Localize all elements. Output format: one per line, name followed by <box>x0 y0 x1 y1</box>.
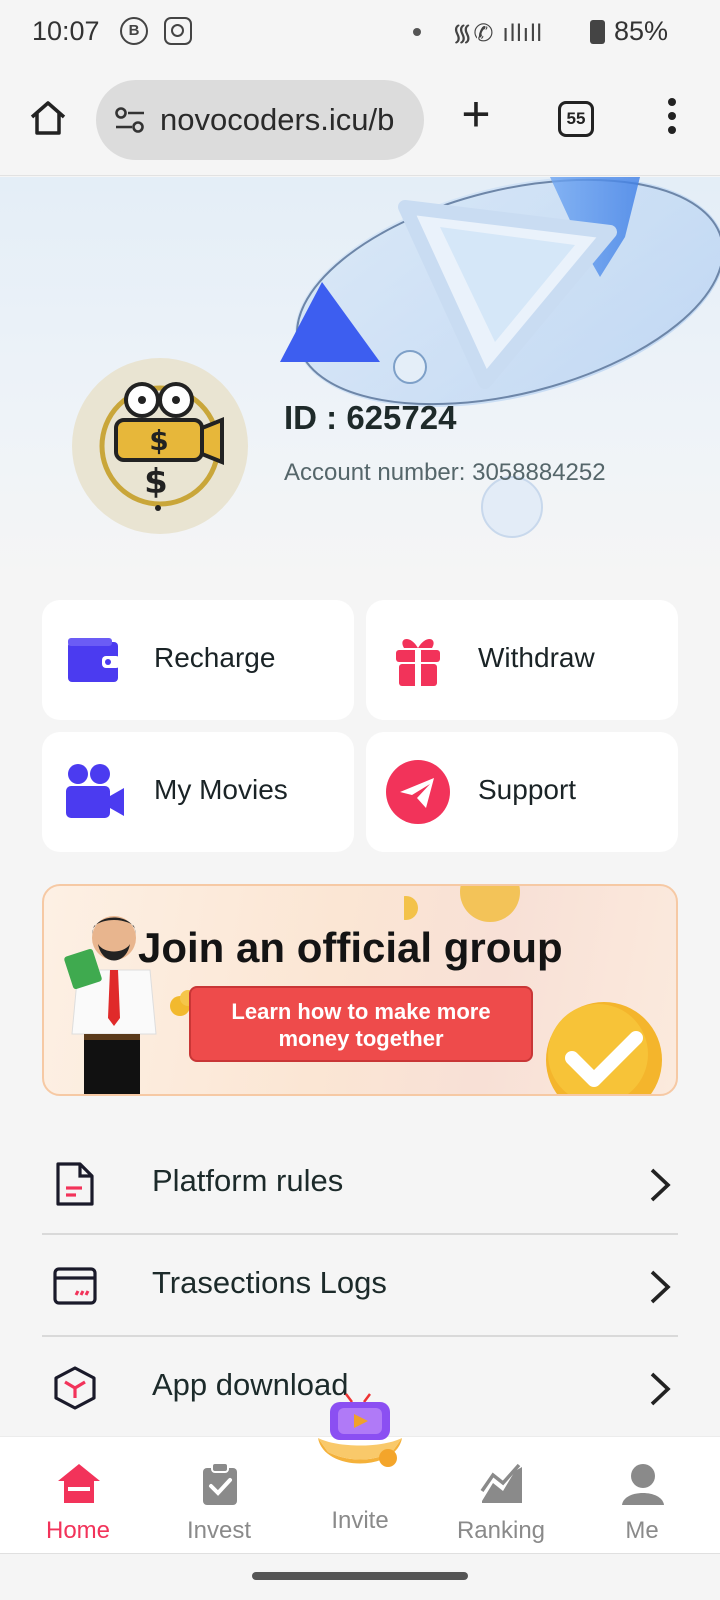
status-time: 10:07 <box>32 16 100 46</box>
movie-money-logo-icon: $ $ <box>99 382 224 511</box>
support-label: Support <box>478 774 577 805</box>
browser-menu-button[interactable] <box>666 98 678 140</box>
nav-ranking-label: Ranking <box>456 1517 546 1544</box>
nav-invite-label: Invite <box>331 1507 389 1534</box>
account-label: Account number: <box>284 459 473 486</box>
chevron-right-icon <box>650 1372 671 1406</box>
banner-title: Join an official group <box>138 924 563 971</box>
home-icon <box>58 1464 100 1503</box>
profile-header: $ $ ID : 625724 Account number: 30588842… <box>0 177 720 575</box>
nav-home[interactable]: Home <box>8 1437 148 1555</box>
platform-rules-item[interactable]: Platform rules <box>42 1133 678 1235</box>
app-notification-icon: B <box>120 17 148 45</box>
transactions-logs-label: Trasections Logs <box>152 1265 387 1300</box>
address-bar[interactable]: novocoders.icu/b <box>96 80 424 160</box>
gesture-bar[interactable] <box>252 1572 468 1580</box>
platform-rules-label: Platform rules <box>152 1163 344 1198</box>
learn-more-button[interactable]: Learn how to make more money together <box>189 986 533 1062</box>
decorative-play-art <box>280 177 720 538</box>
paper-plane-icon <box>386 760 450 824</box>
browser-toolbar: novocoders.icu/b + 55 <box>0 64 720 176</box>
video-camera-icon <box>66 764 124 818</box>
clipboard-check-icon <box>203 1462 237 1505</box>
my-movies-label: My Movies <box>154 774 288 805</box>
support-button[interactable]: Support <box>366 732 678 852</box>
nav-home-label: Home <box>45 1517 111 1544</box>
user-id: ID : 625724 <box>284 399 457 436</box>
chevron-right-icon <box>650 1270 671 1304</box>
banner-button-line2: money together <box>278 1026 444 1051</box>
chart-icon <box>480 1463 522 1503</box>
avatar[interactable]: $ $ <box>72 358 248 534</box>
wallet-icon <box>68 638 120 682</box>
url-text: novocoders.icu/b <box>160 102 395 137</box>
nav-me[interactable]: Me <box>572 1437 712 1555</box>
banner-button-line1: Learn how to make more <box>231 999 491 1024</box>
transactions-logs-item[interactable]: Trasections Logs <box>42 1235 678 1337</box>
battery-icon <box>590 20 605 44</box>
tv-gift-icon[interactable] <box>312 1392 408 1488</box>
nav-invest[interactable]: Invest <box>149 1437 289 1555</box>
home-button-icon[interactable] <box>28 98 68 138</box>
nav-invest-label: Invest <box>186 1517 252 1544</box>
status-bar: 10:07 B ᯾✆ ıllıll 85% <box>0 0 720 64</box>
document-icon <box>56 1162 94 1206</box>
new-tab-button[interactable]: + <box>456 89 496 139</box>
svg-text:$: $ <box>144 462 168 502</box>
withdraw-label: Withdraw <box>478 642 595 673</box>
user-icon <box>622 1464 664 1505</box>
chevron-right-icon <box>650 1168 671 1202</box>
signal-icons: ᯾✆ ıllıll <box>452 20 543 47</box>
recharge-button[interactable]: Recharge <box>42 600 354 720</box>
tab-switcher-button[interactable]: 55 <box>558 101 594 137</box>
notification-dot-icon <box>413 28 421 36</box>
cube-icon <box>54 1366 96 1410</box>
official-group-banner[interactable]: Join an official group Learn how to make… <box>42 884 678 1096</box>
site-settings-icon[interactable] <box>114 106 146 134</box>
battery-percent: 85% <box>614 16 669 46</box>
gift-icon <box>396 638 440 686</box>
account-number-row: Account number: 3058884252 <box>284 459 606 487</box>
svg-text:$: $ <box>149 424 168 457</box>
instagram-icon <box>164 17 192 45</box>
account-number: 3058884252 <box>472 459 606 486</box>
card-icon <box>53 1267 97 1305</box>
withdraw-button[interactable]: Withdraw <box>366 600 678 720</box>
recharge-label: Recharge <box>154 642 276 673</box>
my-movies-button[interactable]: My Movies <box>42 732 354 852</box>
checkmark-badge-icon <box>546 1002 662 1094</box>
nav-ranking[interactable]: Ranking <box>431 1437 571 1555</box>
nav-me-label: Me <box>625 1517 659 1544</box>
